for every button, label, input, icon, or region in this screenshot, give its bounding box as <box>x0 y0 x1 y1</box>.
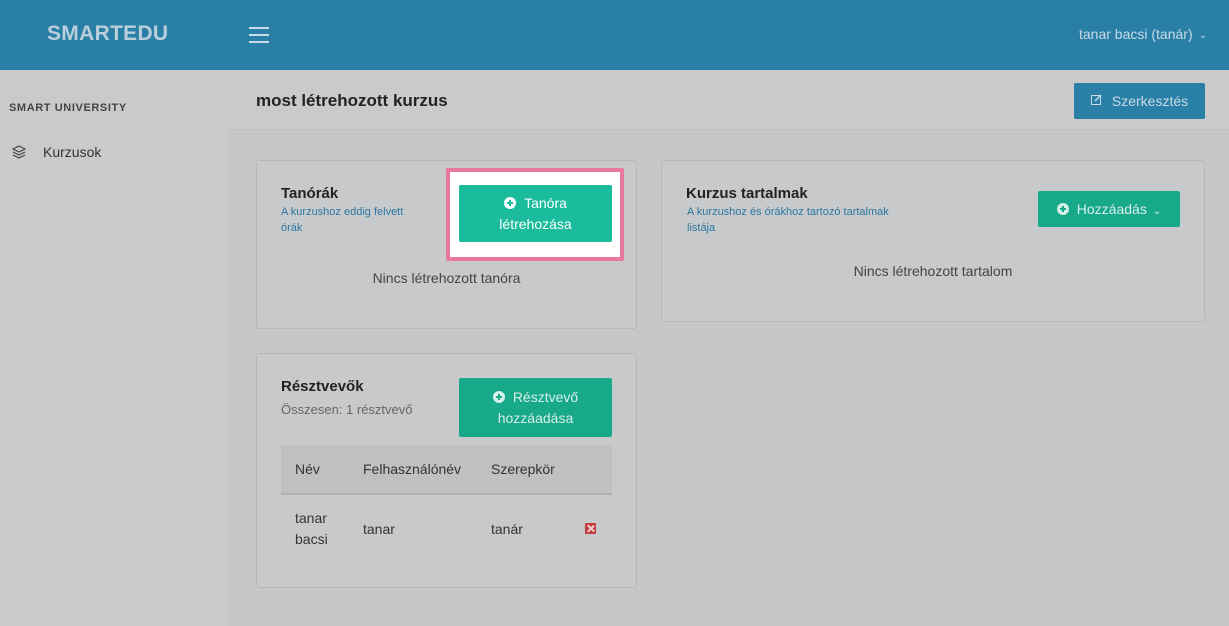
add-participant-label-line2: hozzáadása <box>497 410 574 426</box>
chevron-down-icon: ⌄ <box>1152 206 1162 217</box>
top-navbar: SMARTEDU tanar bacsi (tanár) ⌄ <box>0 0 1229 70</box>
create-lesson-button[interactable]: Tanóra létrehozása <box>459 185 612 242</box>
contents-subtitle-line1: A kurzushoz és órákhoz tartozó tartalmak <box>687 206 889 218</box>
add-participant-label-line1: Résztvevő <box>512 389 579 405</box>
sidebar-item-kurzusok[interactable]: Kurzusok <box>0 137 229 167</box>
plus-circle-icon <box>504 197 517 209</box>
lessons-empty-text: Nincs létrehozott tanóra <box>372 270 521 286</box>
cell-username: tanar <box>363 521 395 537</box>
lessons-subtitle-line2: órák <box>281 222 303 234</box>
add-content-label: Hozzáadás <box>1076 201 1147 217</box>
lessons-title: Tanórák <box>281 185 339 202</box>
brand-logo[interactable]: SMARTEDU <box>47 22 168 46</box>
cell-name-line2: bacsi <box>295 531 328 547</box>
edit-button[interactable]: Szerkesztés <box>1074 83 1205 119</box>
participants-table: Név Felhasználónév Szerepkör tanar bacsi… <box>281 445 612 565</box>
add-content-button[interactable]: Hozzáadás ⌄ <box>1038 191 1180 227</box>
contents-subtitle-line2: listája <box>687 222 716 234</box>
column-header-role: Szerepkör <box>491 461 555 477</box>
cell-name: tanar bacsi <box>295 508 328 550</box>
lessons-subtitle-line1: A kurzushoz eddig felvett <box>281 206 404 218</box>
sidebar: SMART UNIVERSITY Kurzusok <box>0 70 229 626</box>
sidebar-item-label: Kurzusok <box>43 144 102 160</box>
contents-empty-text: Nincs létrehozott tartalom <box>853 263 1013 279</box>
cell-role: tanár <box>491 521 523 537</box>
page-header: most létrehozott kurzus Szerkesztés <box>229 70 1229 130</box>
page-title: most létrehozott kurzus <box>256 91 448 110</box>
plus-circle-icon <box>1056 203 1069 215</box>
add-participant-button[interactable]: Résztvevő hozzáadása <box>459 378 612 437</box>
participants-subtitle: Összesen: 1 résztvevő <box>281 402 413 417</box>
table-header: Név Felhasználónév Szerepkör <box>281 445 612 495</box>
column-header-name: Név <box>295 461 320 477</box>
column-header-username: Felhasználónév <box>363 461 462 477</box>
table-row: tanar bacsi tanar tanár <box>281 495 612 565</box>
edit-icon <box>1090 94 1102 108</box>
create-lesson-label-line1: Tanóra <box>524 195 567 211</box>
user-name: tanar bacsi (tanár) <box>1079 26 1193 42</box>
user-menu[interactable]: tanar bacsi (tanár) ⌄ <box>1079 26 1207 42</box>
edit-button-label: Szerkesztés <box>1111 93 1189 109</box>
sidebar-heading: SMART UNIVERSITY <box>9 102 127 114</box>
delete-icon[interactable] <box>585 523 596 534</box>
menu-toggle-icon[interactable] <box>249 27 269 43</box>
participants-title: Résztvevők <box>281 378 364 395</box>
create-lesson-label-line2: létrehozása <box>499 216 572 232</box>
chevron-down-icon: ⌄ <box>1198 30 1207 41</box>
layers-icon <box>11 145 27 159</box>
cell-name-line1: tanar <box>295 510 327 526</box>
plus-circle-icon <box>492 391 505 403</box>
contents-title: Kurzus tartalmak <box>686 185 808 202</box>
